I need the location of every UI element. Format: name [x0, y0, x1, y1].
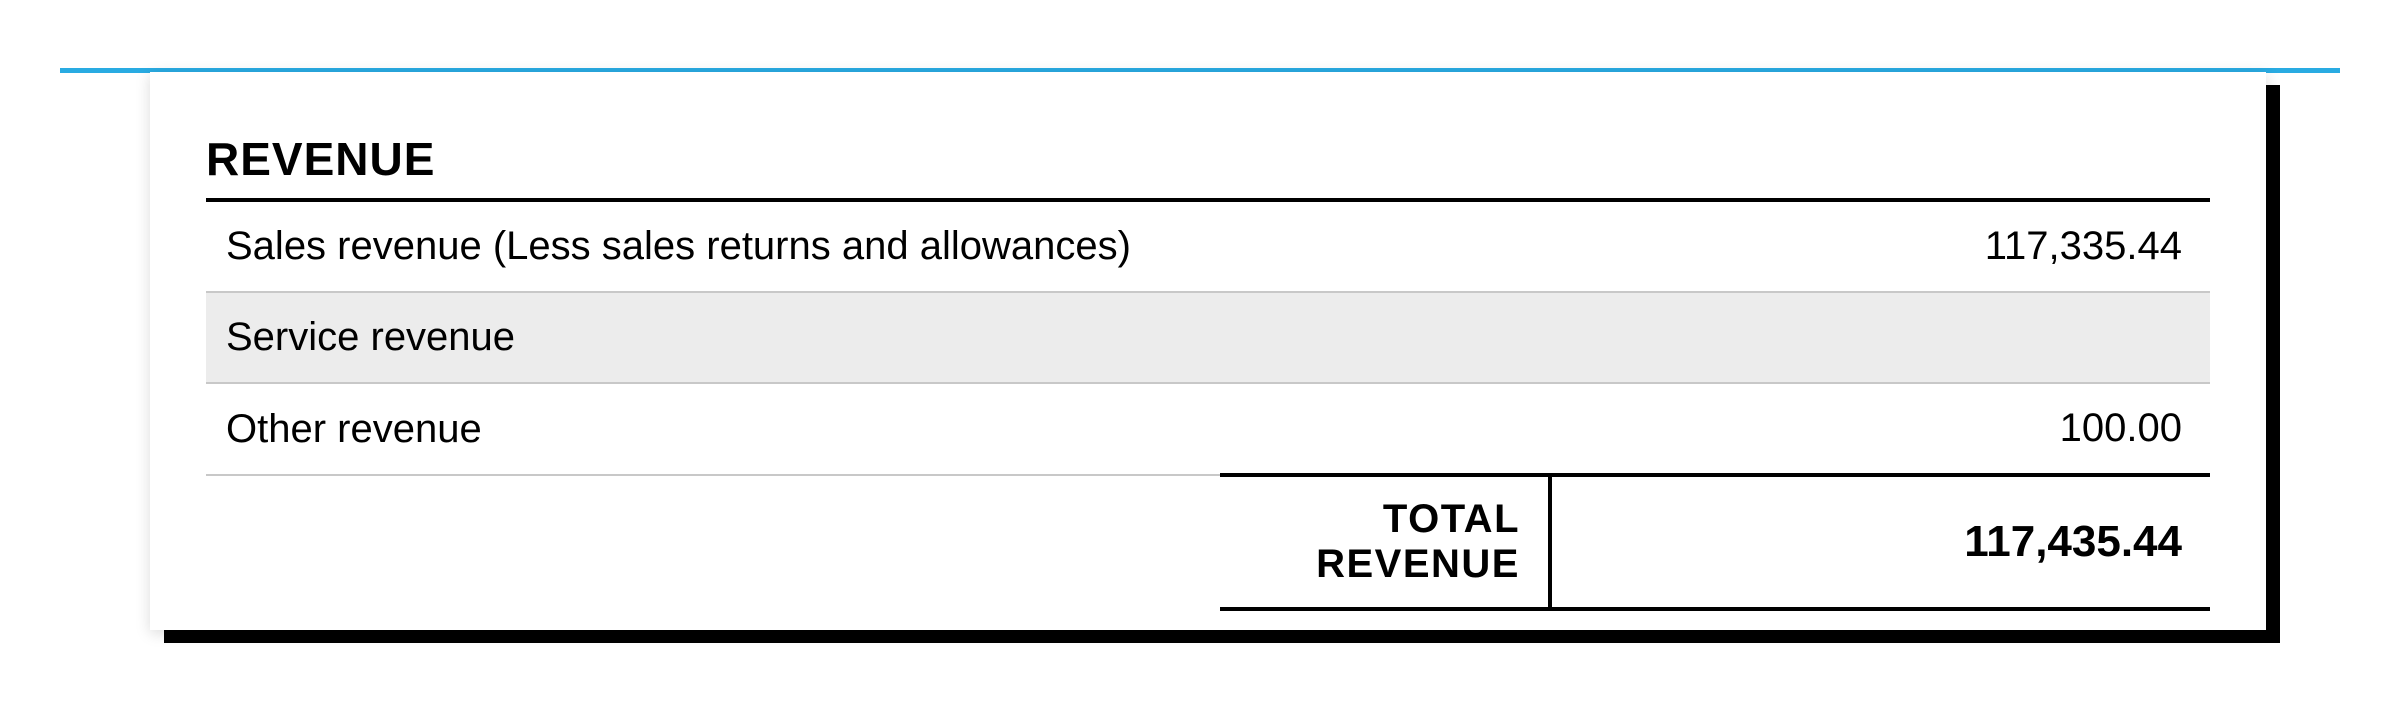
- row-mid: [1220, 202, 1550, 292]
- row-mid: [1220, 292, 1550, 383]
- row-label: Other revenue: [206, 383, 1220, 475]
- total-empty-cell: [206, 475, 1220, 609]
- row-value: 117,335.44: [1550, 202, 2210, 292]
- table-row: Service revenue: [206, 292, 2210, 383]
- row-mid: [1220, 383, 1550, 475]
- total-row: TOTAL REVENUE 117,435.44: [206, 475, 2210, 609]
- section-title: REVENUE: [206, 132, 2210, 186]
- revenue-table: Sales revenue (Less sales returns and al…: [206, 202, 2210, 611]
- row-value: 100.00: [1550, 383, 2210, 475]
- row-label: Service revenue: [206, 292, 1220, 383]
- total-value: 117,435.44: [1550, 475, 2210, 609]
- revenue-panel: REVENUE Sales revenue (Less sales return…: [150, 72, 2266, 630]
- table-row: Other revenue 100.00: [206, 383, 2210, 475]
- table-row: Sales revenue (Less sales returns and al…: [206, 202, 2210, 292]
- row-label: Sales revenue (Less sales returns and al…: [206, 202, 1220, 292]
- row-value: [1550, 292, 2210, 383]
- total-label: TOTAL REVENUE: [1220, 475, 1550, 609]
